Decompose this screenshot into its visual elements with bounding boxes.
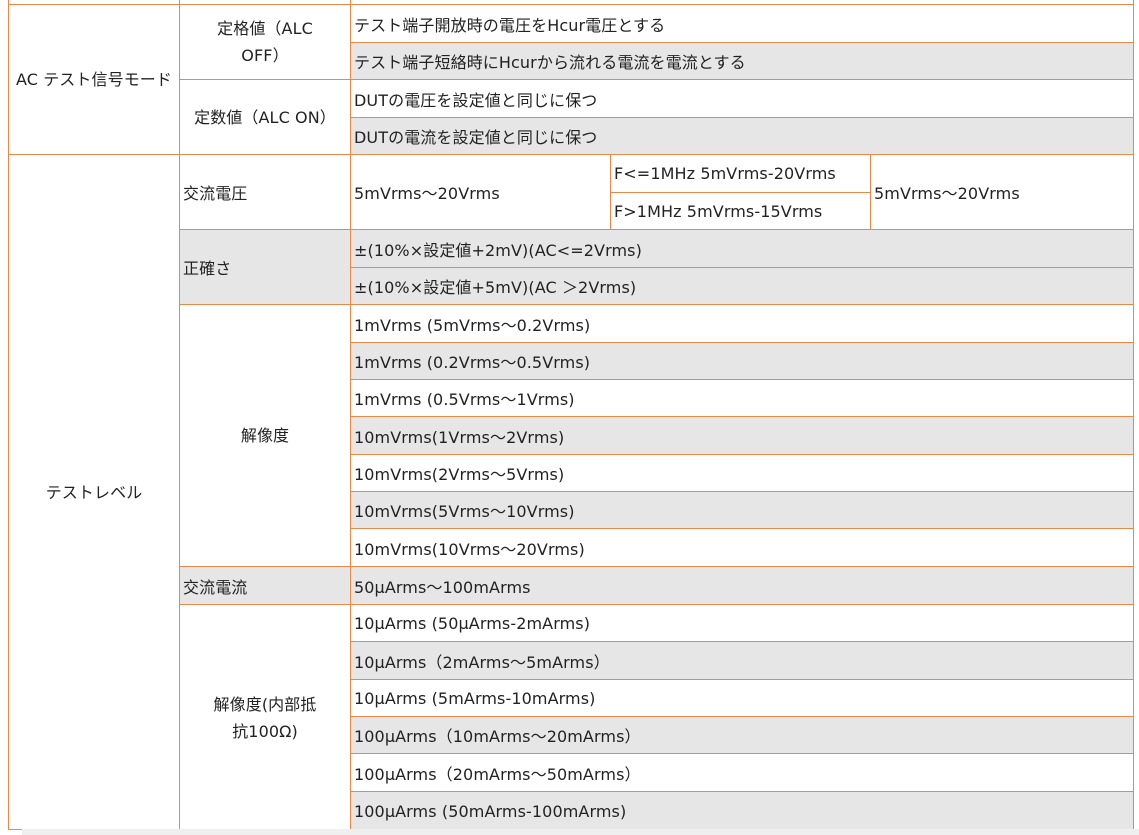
border-line xyxy=(179,604,1134,605)
ac-voltage-range-2: 5mVrms～20Vrms xyxy=(871,155,1133,229)
rated-desc-2: テスト端子短絡時にHcurから流れる電流を電流とする xyxy=(351,43,1133,79)
border-line xyxy=(350,491,1134,492)
current-resolution-5: 100μArms（20mArms～50mArms） xyxy=(351,754,1133,791)
border-line xyxy=(350,679,1134,680)
border-line xyxy=(179,79,1134,80)
ac-mode-header: AC テスト信号モード xyxy=(9,5,179,154)
voltage-resolution-6: 10mVrms(5Vrms～10Vrms) xyxy=(351,492,1133,528)
ac-current-value: 50μArms～100mArms xyxy=(351,567,1133,604)
border-line xyxy=(350,528,1134,529)
ac-current-label: 交流電流 xyxy=(180,567,350,604)
border-line xyxy=(350,454,1134,455)
voltage-resolution-2: 1mVrms (0.2Vrms～0.5Vrms) xyxy=(351,343,1133,379)
test-level-header: テストレベル xyxy=(9,155,179,830)
voltage-resolution-5: 10mVrms(2Vrms～5Vrms) xyxy=(351,455,1133,491)
border-line xyxy=(179,229,1134,230)
border-line xyxy=(610,192,871,193)
border-line xyxy=(179,0,180,830)
border-line xyxy=(1133,0,1134,830)
spec-table: AC テスト信号モード テストレベル 定格値（ALC OFF） テスト端子開放時… xyxy=(0,0,1139,835)
voltage-resolution-4: 10mVrms(1Vrms～2Vrms) xyxy=(351,417,1133,454)
current-resolution-4: 100μArms（10mArms～20mArms） xyxy=(351,717,1133,753)
freq-condition-1: F<=1MHz 5mVrms-20Vrms xyxy=(611,155,870,192)
voltage-resolution-1: 1mVrms (5mVrms～0.2Vrms) xyxy=(351,305,1133,342)
border-line xyxy=(350,267,1134,268)
rated-desc-1: テスト端子開放時の電圧をHcur電圧とする xyxy=(351,5,1133,42)
constant-desc-1: DUTの電圧を設定値と同じに保つ xyxy=(351,80,1133,117)
border-line xyxy=(350,641,1134,642)
border-line xyxy=(350,791,1134,792)
border-line xyxy=(350,42,1134,43)
constant-desc-2: DUTの電流を設定値と同じに保つ xyxy=(351,118,1133,154)
border-line xyxy=(8,0,9,830)
current-resolution-2: 10μArms（2mArms～5mArms） xyxy=(351,642,1133,679)
voltage-resolution-3: 1mVrms (0.5Vrms～1Vrms) xyxy=(351,380,1133,416)
current-resolution-3: 10μArms (5mArms-10mArms) xyxy=(351,680,1133,716)
current-resolution-label: 解像度(内部抵抗100Ω) xyxy=(180,605,350,830)
border-line xyxy=(350,0,351,830)
page-bottom-strip xyxy=(22,829,1139,835)
accuracy-value-1: ±(10%×設定値+2mV)(AC<=2Vrms) xyxy=(351,230,1133,267)
freq-condition-2: F>1MHz 5mVrms-15Vrms xyxy=(611,193,870,229)
border-line xyxy=(350,753,1134,754)
rated-value-label: 定格値（ALC OFF） xyxy=(180,5,350,79)
ac-voltage-range-1: 5mVrms～20Vrms xyxy=(351,155,610,229)
border-line xyxy=(179,304,1134,305)
accuracy-label: 正確さ xyxy=(180,230,350,304)
voltage-resolution-label: 解像度 xyxy=(180,305,350,566)
border-line xyxy=(350,117,1134,118)
border-line xyxy=(350,379,1134,380)
border-line xyxy=(179,566,1134,567)
voltage-resolution-7: 10mVrms(10Vrms～20Vrms) xyxy=(351,529,1133,566)
ac-voltage-label: 交流電圧 xyxy=(180,155,350,229)
border-line xyxy=(350,716,1134,717)
border-line xyxy=(8,4,1134,5)
border-line xyxy=(8,154,1134,155)
border-line xyxy=(350,342,1134,343)
constant-value-label: 定数値（ALC ON） xyxy=(180,80,350,154)
border-line xyxy=(350,416,1134,417)
accuracy-value-2: ±(10%×設定値+5mV)(AC ＞2Vrms) xyxy=(351,268,1133,304)
current-resolution-1: 10μArms (50μArms-2mArms) xyxy=(351,605,1133,641)
current-resolution-6: 100μArms (50mArms-100mArms) xyxy=(351,792,1133,830)
